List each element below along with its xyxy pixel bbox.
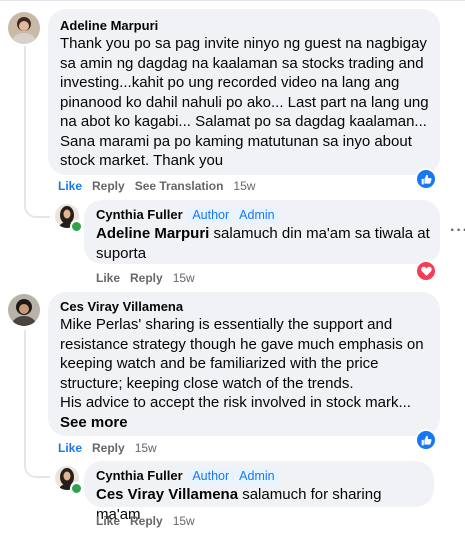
reply-bubble: Cynthia Fuller Author Admin Ces Viray Vil…: [84, 461, 434, 523]
admin-badge: Admin: [235, 468, 279, 485]
thumbs-up-icon: [421, 435, 432, 445]
comment-bubble: Adeline Marpuri Thank you po sa pag invi…: [48, 9, 440, 175]
thumbs-up-icon: [421, 174, 432, 184]
reaction-love-icon[interactable]: [415, 260, 437, 282]
like-button[interactable]: Like: [96, 271, 120, 285]
online-status-icon: [70, 482, 83, 495]
mention-link[interactable]: Adeline Marpuri: [96, 225, 209, 242]
reply-button[interactable]: Reply: [92, 179, 125, 193]
avatar[interactable]: [8, 294, 40, 326]
reaction-like-icon[interactable]: [415, 429, 437, 451]
reply-author-line: Cynthia Fuller Author Admin: [96, 206, 432, 224]
comment-text: Mike Perlas' sharing is essentially the …: [60, 316, 424, 411]
timestamp[interactable]: 15w: [135, 441, 157, 455]
thread-line: [24, 46, 26, 186]
see-more-link[interactable]: See more: [60, 413, 432, 433]
reply-actions: Like Reply 15w: [96, 270, 205, 286]
like-button[interactable]: Like: [96, 514, 120, 528]
reaction-like-icon[interactable]: [415, 168, 437, 190]
see-translation-link[interactable]: See Translation: [135, 179, 224, 193]
reply-author[interactable]: Cynthia Fuller: [96, 207, 183, 222]
heart-icon: [420, 266, 432, 276]
avatar[interactable]: [8, 12, 40, 44]
comment-author[interactable]: Ces Viray Villamena: [60, 298, 432, 315]
online-status-icon: [70, 220, 83, 233]
comment-text: Thank you po sa pag invite ninyo ng gues…: [60, 35, 429, 169]
mention-link[interactable]: Ces Viray Villamena: [96, 486, 238, 503]
reply-button[interactable]: Reply: [130, 271, 163, 285]
reply-button[interactable]: Reply: [130, 514, 163, 528]
comment-actions: Like Reply 15w: [58, 440, 167, 456]
comment-author[interactable]: Adeline Marpuri: [60, 17, 432, 34]
reply-author[interactable]: Cynthia Fuller: [96, 468, 183, 483]
comment-actions: Like Reply See Translation 15w: [58, 178, 265, 194]
author-badge: Author: [188, 207, 234, 224]
timestamp[interactable]: 15w: [173, 271, 195, 285]
more-options-icon[interactable]: ···: [450, 222, 465, 240]
reply-bubble: Cynthia Fuller Author Admin Adeline Marpu…: [84, 200, 440, 264]
reply-actions: Like Reply 15w: [96, 513, 205, 529]
profile-photo-icon: [8, 12, 40, 44]
author-badge: Author: [188, 468, 234, 485]
top-divider: [0, 0, 465, 1]
reply-text: Adeline Marpuri salamuch din ma'am sa ti…: [96, 224, 432, 263]
admin-badge: Admin: [235, 207, 279, 224]
thread-connector: [24, 456, 50, 478]
timestamp[interactable]: 15w: [173, 514, 195, 528]
reply-button[interactable]: Reply: [92, 441, 125, 455]
like-button[interactable]: Like: [58, 441, 82, 455]
timestamp[interactable]: 15w: [233, 179, 255, 193]
thread-connector: [24, 186, 50, 218]
comment-bubble: Ces Viray Villamena Mike Perlas' sharing…: [48, 292, 440, 436]
like-button[interactable]: Like: [58, 179, 82, 193]
profile-photo-icon: [8, 294, 40, 326]
thread-line: [24, 330, 26, 456]
reply-author-line: Cynthia Fuller Author Admin: [96, 467, 426, 485]
